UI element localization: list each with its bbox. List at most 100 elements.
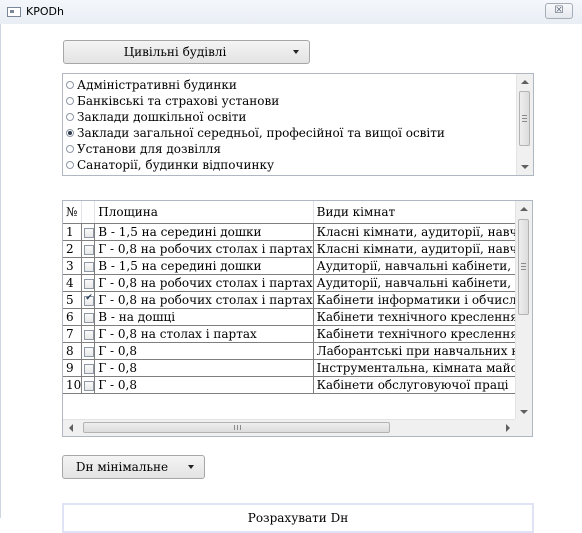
- row-number: 4: [63, 274, 83, 292]
- column-header-rooms[interactable]: Види кімнат: [313, 201, 516, 224]
- rooms-grid[interactable]: № Площина Види кімнат 1 В - 1,5 на середи…: [62, 200, 533, 437]
- radio-button[interactable]: [66, 81, 74, 89]
- row-checkbox-cell: [81, 291, 96, 309]
- building-category-item[interactable]: Адміністративні будинки: [65, 77, 513, 93]
- table-row[interactable]: 6 В - на дошці Кабінети технічного креслен…: [63, 308, 516, 326]
- building-category-item[interactable]: Санаторії, будинки відпочинку: [65, 157, 513, 173]
- radio-button[interactable]: [66, 129, 74, 137]
- building-category-item[interactable]: Спортивні та оздоровчі заклади: [65, 173, 513, 175]
- plane-cell[interactable]: В - 1,5 на середині дошки: [94, 257, 314, 275]
- rooms-cell[interactable]: Кабінети обслуговуючої праці: [313, 376, 516, 394]
- row-number: 3: [63, 257, 83, 275]
- row-number: 5: [63, 291, 83, 309]
- plane-cell[interactable]: Г - 0,8 на робочих столах і партах: [94, 240, 314, 258]
- table-row[interactable]: 10 Г - 0,8 Кабінети обслуговуючої праці: [63, 376, 516, 394]
- window-title: KPODh: [26, 5, 64, 18]
- scroll-down-icon[interactable]: [520, 410, 528, 414]
- row-checkbox[interactable]: [84, 278, 94, 289]
- row-checkbox-cell: [81, 325, 96, 343]
- window-client: Цивільні будівлі Адміністративні будинки…: [0, 24, 582, 533]
- scroll-down-icon[interactable]: [521, 165, 529, 169]
- radio-button[interactable]: [66, 145, 74, 153]
- plane-cell[interactable]: Г - 0,8 на робочих столах і партах: [94, 291, 314, 309]
- plane-cell[interactable]: Г - 0,8: [94, 342, 314, 360]
- table-header-row: № Площина Види кімнат: [63, 201, 516, 224]
- row-checkbox-cell: [81, 257, 96, 275]
- table-row[interactable]: 1 В - 1,5 на середині дошки Класні кімнати…: [63, 223, 516, 241]
- building-category-item[interactable]: Установи для дозвілля: [65, 141, 513, 157]
- radio-button[interactable]: [66, 113, 74, 121]
- table-row[interactable]: 3 В - 1,5 на середині дошки Аудиторії, нав…: [63, 257, 516, 275]
- row-checkbox[interactable]: [84, 293, 94, 306]
- rooms-cell[interactable]: Аудиторії, навчальні кабінети, лаборатор…: [313, 257, 516, 275]
- plane-cell[interactable]: Г - 0,8 на робочих столах і партах: [94, 274, 314, 292]
- column-header-plane[interactable]: Площина: [94, 201, 314, 224]
- chevron-down-icon: [188, 465, 194, 469]
- scroll-right-icon[interactable]: [506, 424, 510, 432]
- list-scroll-thumb[interactable]: [519, 91, 530, 146]
- calculate-dn-button[interactable]: Розрахувати Dн: [62, 503, 534, 533]
- building-category-item[interactable]: Банківські та страхові установи: [65, 93, 513, 109]
- plane-cell[interactable]: Г - 0,8 на столах і партах: [94, 325, 314, 343]
- close-icon: ☒: [554, 5, 564, 16]
- grid-horizontal-scrollbar[interactable]: [63, 419, 516, 436]
- building-category-item[interactable]: Заклади загальної середньої, професійної…: [65, 125, 513, 141]
- chevron-down-icon: [293, 50, 299, 54]
- row-checkbox[interactable]: [84, 227, 94, 238]
- radio-button[interactable]: [66, 97, 74, 105]
- scroll-up-icon[interactable]: [521, 80, 529, 84]
- row-number: 9: [63, 359, 83, 377]
- row-number: 7: [63, 325, 83, 343]
- table-row[interactable]: 2 Г - 0,8 на робочих столах і партах Класн…: [63, 240, 516, 258]
- building-category-item[interactable]: Заклади дошкільної освіти: [65, 109, 513, 125]
- plane-cell[interactable]: В - 1,5 на середині дошки: [94, 223, 314, 241]
- scroll-up-icon[interactable]: [520, 207, 528, 211]
- row-checkbox-cell: [81, 359, 96, 377]
- grid-hscroll-thumb[interactable]: [83, 422, 390, 433]
- row-checkbox[interactable]: [84, 346, 94, 357]
- building-category-label: Установи для дозвілля: [77, 142, 221, 156]
- row-checkbox-cell: [81, 342, 96, 360]
- rooms-cell[interactable]: Кабінети технічного креслення та малюван…: [313, 308, 516, 326]
- list-vertical-scrollbar[interactable]: [516, 74, 533, 175]
- row-checkbox[interactable]: [84, 244, 94, 255]
- plane-cell[interactable]: В - на дошці: [94, 308, 314, 326]
- dn-mode-dropdown[interactable]: Dн мінімальне: [62, 455, 205, 479]
- rooms-cell[interactable]: Аудиторії, навчальні кабінети, лаборатор…: [313, 274, 516, 292]
- row-checkbox[interactable]: [84, 261, 94, 272]
- building-category-label: Заклади загальної середньої, професійної…: [77, 126, 445, 140]
- table-row[interactable]: 9 Г - 0,8Інструментальна, кімната майстра: [63, 359, 516, 377]
- row-checkbox[interactable]: [84, 380, 94, 391]
- radio-button[interactable]: [66, 161, 74, 169]
- building-category-label: Заклади дошкільної освіти: [77, 110, 247, 124]
- table-row[interactable]: 5 Г - 0,8 на робочих столах і партахКабін…: [63, 291, 516, 309]
- row-checkbox-cell: [81, 240, 96, 258]
- table-row[interactable]: 7 Г - 0,8 на столах і партах Кабінети техн…: [63, 325, 516, 343]
- plane-cell[interactable]: Г - 0,8: [94, 376, 314, 394]
- column-header-check[interactable]: [81, 201, 96, 224]
- rooms-cell[interactable]: Класні кімнати, аудиторії, навчальні каб…: [313, 223, 516, 241]
- rooms-cell[interactable]: Лаборантські при навчальних кабінетах: [313, 342, 516, 360]
- rooms-cell[interactable]: Кабінети технічного креслення та малюван…: [313, 325, 516, 343]
- grid-vertical-scrollbar[interactable]: [515, 201, 532, 420]
- row-checkbox[interactable]: [84, 312, 94, 323]
- table-row[interactable]: 4 Г - 0,8 на робочих столах і партах Аудит…: [63, 274, 516, 292]
- row-number: 1: [63, 223, 83, 241]
- row-number: 10: [63, 376, 83, 394]
- rooms-cell[interactable]: Інструментальна, кімната майстра: [313, 359, 516, 377]
- scroll-left-icon[interactable]: [69, 424, 73, 432]
- column-header-number[interactable]: №: [63, 201, 83, 224]
- building-category-list[interactable]: Адміністративні будинки Банківські та стр…: [62, 73, 534, 176]
- rooms-cell[interactable]: Класні кімнати, аудиторії, навчальні каб…: [313, 240, 516, 258]
- plane-cell[interactable]: Г - 0,8: [94, 359, 314, 377]
- table-row[interactable]: 8 Г - 0,8Лаборантські при навчальних кабі…: [63, 342, 516, 360]
- rooms-cell[interactable]: Кабінети інформатики і обчислювальної те…: [313, 291, 516, 309]
- row-number: 2: [63, 240, 83, 258]
- row-checkbox-cell: [81, 274, 96, 292]
- row-checkbox[interactable]: [84, 363, 94, 374]
- building-type-dropdown[interactable]: Цивільні будівлі: [63, 40, 310, 64]
- row-checkbox[interactable]: [84, 329, 94, 340]
- row-checkbox-cell: [81, 308, 96, 326]
- close-button[interactable]: ☒: [545, 3, 573, 19]
- grid-scroll-thumb[interactable]: [518, 219, 529, 315]
